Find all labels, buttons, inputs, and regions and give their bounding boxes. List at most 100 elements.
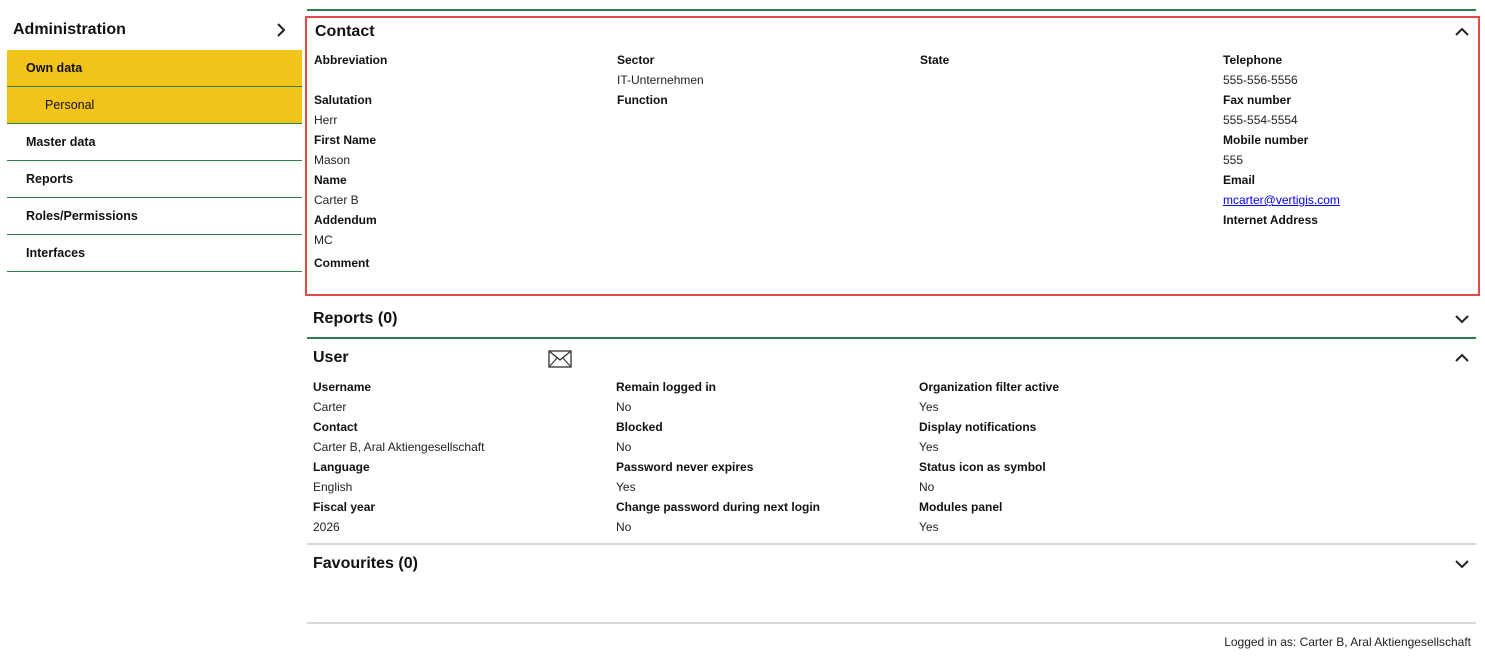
password-never-expires-value: Yes bbox=[616, 480, 636, 494]
field-telephone: Telephone 555-556-5556 bbox=[1223, 50, 1298, 90]
abbreviation-label: Abbreviation bbox=[314, 53, 388, 67]
field-sector: Sector IT-Unternehmen bbox=[617, 50, 704, 90]
chevron-right-icon[interactable] bbox=[274, 23, 288, 37]
remain-logged-in-value: No bbox=[616, 400, 632, 414]
field-password-never-expires: Password never expires Yes bbox=[616, 457, 753, 497]
chevron-down-icon[interactable] bbox=[1454, 311, 1470, 327]
first-name-label: First Name bbox=[314, 133, 377, 147]
function-label: Function bbox=[617, 93, 668, 107]
field-fax: Fax number 555-554-5554 bbox=[1223, 90, 1298, 130]
field-function: Function bbox=[617, 90, 668, 110]
fiscal-year-value: 2026 bbox=[313, 520, 340, 534]
remain-logged-in-label: Remain logged in bbox=[616, 380, 717, 394]
org-filter-label: Organization filter active bbox=[919, 380, 1060, 394]
contact-panel: Contact Abbreviation Salutation Herr Fir… bbox=[305, 16, 1480, 296]
username-value: Carter bbox=[313, 400, 347, 414]
modules-panel-label: Modules panel bbox=[919, 500, 1003, 514]
addendum-value: MC bbox=[314, 233, 333, 247]
main-content: Contact Abbreviation Salutation Herr Fir… bbox=[305, 0, 1480, 658]
user-title: User bbox=[313, 349, 349, 366]
status-icon-label: Status icon as symbol bbox=[919, 460, 1046, 474]
addendum-label: Addendum bbox=[314, 213, 377, 227]
field-org-filter: Organization filter active Yes bbox=[919, 377, 1059, 417]
password-never-expires-label: Password never expires bbox=[616, 460, 754, 474]
field-internet-address: Internet Address bbox=[1223, 210, 1318, 230]
field-fiscal-year: Fiscal year 2026 bbox=[313, 497, 375, 537]
sidebar-item-personal[interactable]: Personal bbox=[7, 87, 302, 124]
email-label: Email bbox=[1223, 173, 1256, 187]
field-addendum: Addendum MC bbox=[314, 210, 377, 250]
contact-title: Contact bbox=[315, 23, 375, 40]
field-salutation: Salutation Herr bbox=[314, 90, 372, 130]
field-display-notifications: Display notifications Yes bbox=[919, 417, 1036, 457]
chevron-up-icon[interactable] bbox=[1454, 24, 1470, 40]
sector-value: IT-Unternehmen bbox=[617, 73, 704, 87]
footer-divider bbox=[307, 622, 1476, 624]
sidebar-title: Administration bbox=[13, 21, 126, 38]
org-filter-value: Yes bbox=[919, 400, 939, 414]
mobile-value: 555 bbox=[1223, 153, 1244, 167]
sidebar: Administration Own data Personal Master … bbox=[7, 10, 302, 272]
field-modules-panel: Modules panel Yes bbox=[919, 497, 1002, 537]
field-change-password: Change password during next login No bbox=[616, 497, 820, 537]
field-language: Language English bbox=[313, 457, 370, 497]
change-password-value: No bbox=[616, 520, 632, 534]
salutation-label: Salutation bbox=[314, 93, 373, 107]
sidebar-item-master-data[interactable]: Master data bbox=[7, 124, 302, 161]
field-user-contact: Contact Carter B, Aral Aktiengesellschaf… bbox=[313, 417, 484, 457]
sidebar-header[interactable]: Administration bbox=[7, 10, 302, 50]
sidebar-item-own-data[interactable]: Own data bbox=[7, 50, 302, 87]
field-state: State bbox=[920, 50, 949, 70]
sector-label: Sector bbox=[617, 53, 655, 67]
user-contact-label: Contact bbox=[313, 420, 358, 434]
telephone-label: Telephone bbox=[1223, 53, 1283, 67]
username-label: Username bbox=[313, 380, 372, 394]
favourites-header[interactable]: Favourites (0) bbox=[307, 551, 1476, 577]
language-value: English bbox=[313, 480, 353, 494]
user-contact-value: Carter B, Aral Aktiengesellschaft bbox=[313, 440, 485, 454]
user-divider bbox=[307, 543, 1476, 545]
field-status-icon: Status icon as symbol No bbox=[919, 457, 1046, 497]
sidebar-item-interfaces[interactable]: Interfaces bbox=[7, 235, 302, 272]
salutation-value: Herr bbox=[314, 113, 338, 127]
favourites-panel: Favourites (0) bbox=[307, 551, 1476, 577]
fax-label: Fax number bbox=[1223, 93, 1292, 107]
name-label: Name bbox=[314, 173, 347, 187]
display-notifications-value: Yes bbox=[919, 440, 939, 454]
first-name-value: Mason bbox=[314, 153, 351, 167]
reports-title: Reports (0) bbox=[313, 310, 398, 327]
reports-divider bbox=[307, 337, 1476, 339]
language-label: Language bbox=[313, 460, 370, 474]
top-divider bbox=[307, 9, 1476, 11]
modules-panel-value: Yes bbox=[919, 520, 939, 534]
email-link[interactable]: mcarter@vertigis.com bbox=[1223, 193, 1340, 207]
logged-in-status: Logged in as: Carter B, Aral Aktiengesel… bbox=[1224, 635, 1471, 649]
reports-panel: Reports (0) bbox=[307, 306, 1476, 332]
field-blocked: Blocked No bbox=[616, 417, 663, 457]
name-value: Carter B bbox=[314, 193, 359, 207]
field-mobile: Mobile number 555 bbox=[1223, 130, 1308, 170]
field-email: Email mcarter@vertigis.com bbox=[1223, 170, 1340, 210]
chevron-down-icon[interactable] bbox=[1454, 556, 1470, 572]
fax-value: 555-554-5554 bbox=[1223, 113, 1298, 127]
user-panel: User Username Carter Contact Carter B, A… bbox=[307, 345, 1476, 541]
sidebar-item-reports[interactable]: Reports bbox=[7, 161, 302, 198]
sidebar-item-roles-permissions[interactable]: Roles/Permissions bbox=[7, 198, 302, 235]
user-header[interactable]: User bbox=[307, 345, 1476, 371]
chevron-up-icon[interactable] bbox=[1454, 350, 1470, 366]
field-username: Username Carter bbox=[313, 377, 371, 417]
field-remain-logged-in: Remain logged in No bbox=[616, 377, 716, 417]
comment-label: Comment bbox=[314, 256, 370, 270]
blocked-label: Blocked bbox=[616, 420, 663, 434]
fiscal-year-label: Fiscal year bbox=[313, 500, 376, 514]
mobile-label: Mobile number bbox=[1223, 133, 1309, 147]
mail-icon[interactable] bbox=[548, 350, 572, 368]
field-abbreviation: Abbreviation bbox=[314, 50, 387, 90]
change-password-label: Change password during next login bbox=[616, 500, 821, 514]
reports-header[interactable]: Reports (0) bbox=[307, 306, 1476, 332]
internet-address-label: Internet Address bbox=[1223, 213, 1318, 227]
state-label: State bbox=[920, 53, 950, 67]
field-comment: Comment bbox=[314, 253, 369, 273]
contact-header[interactable]: Contact bbox=[307, 18, 1478, 46]
status-icon-value: No bbox=[919, 480, 935, 494]
